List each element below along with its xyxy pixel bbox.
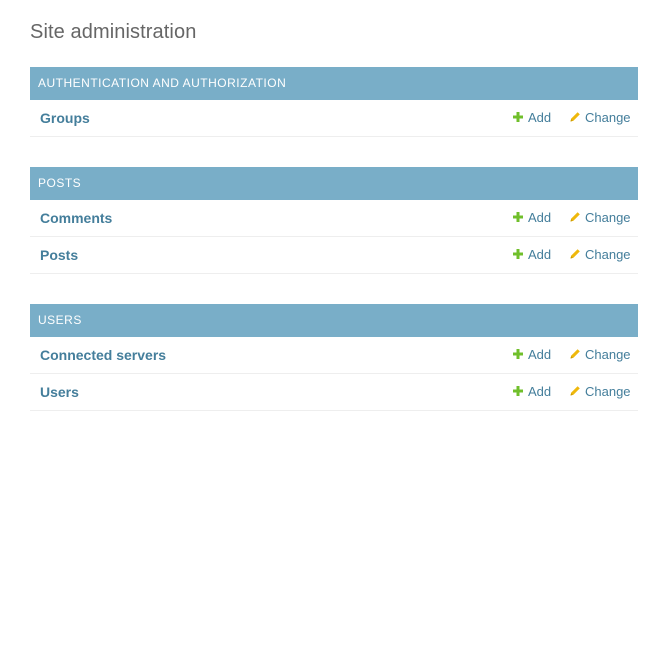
plus-icon bbox=[512, 111, 524, 123]
model-link-groups[interactable]: Groups bbox=[40, 100, 90, 136]
model-row-connected-servers: Connected servers Add Change bbox=[30, 337, 638, 374]
model-row-groups: Groups Add Change bbox=[30, 100, 638, 137]
plus-icon bbox=[512, 348, 524, 360]
plus-icon bbox=[512, 211, 524, 223]
add-groups-link[interactable]: Add bbox=[512, 100, 551, 136]
plus-icon bbox=[512, 385, 524, 397]
change-comments-link[interactable]: Change bbox=[569, 200, 631, 236]
change-label: Change bbox=[585, 247, 631, 262]
change-label: Change bbox=[585, 210, 631, 225]
model-row-users: Users Add Change bbox=[30, 374, 638, 411]
model-link-connected-servers[interactable]: Connected servers bbox=[40, 337, 166, 373]
pencil-icon bbox=[569, 348, 581, 360]
model-row-comments: Comments Add Change bbox=[30, 200, 638, 237]
add-label: Add bbox=[528, 347, 552, 362]
plus-icon bbox=[512, 248, 524, 260]
pencil-icon bbox=[569, 385, 581, 397]
add-posts-link[interactable]: Add bbox=[512, 237, 551, 273]
change-users-link[interactable]: Change bbox=[569, 374, 631, 410]
module-caption-users[interactable]: Users bbox=[30, 304, 638, 337]
change-connected-servers-link[interactable]: Change bbox=[569, 337, 631, 373]
change-label: Change bbox=[585, 110, 631, 125]
add-label: Add bbox=[528, 247, 552, 262]
pencil-icon bbox=[569, 248, 581, 260]
model-link-users[interactable]: Users bbox=[40, 374, 79, 410]
change-posts-link[interactable]: Change bbox=[569, 237, 631, 273]
add-comments-link[interactable]: Add bbox=[512, 200, 551, 236]
module-auth: Authentication and Authorization Groups … bbox=[30, 67, 638, 137]
module-caption-posts[interactable]: Posts bbox=[30, 167, 638, 200]
page-title: Site administration bbox=[30, 21, 197, 43]
module-posts: Posts Comments Add Change Posts Add bbox=[30, 167, 638, 274]
change-groups-link[interactable]: Change bbox=[569, 100, 631, 136]
change-label: Change bbox=[585, 347, 631, 362]
add-label: Add bbox=[528, 110, 552, 125]
pencil-icon bbox=[569, 211, 581, 223]
model-link-comments[interactable]: Comments bbox=[40, 200, 112, 236]
add-connected-servers-link[interactable]: Add bbox=[512, 337, 551, 373]
add-label: Add bbox=[528, 210, 552, 225]
add-label: Add bbox=[528, 384, 552, 399]
model-row-posts: Posts Add Change bbox=[30, 237, 638, 274]
add-users-link[interactable]: Add bbox=[512, 374, 551, 410]
change-label: Change bbox=[585, 384, 631, 399]
module-caption-auth[interactable]: Authentication and Authorization bbox=[30, 67, 638, 100]
model-link-posts[interactable]: Posts bbox=[40, 237, 78, 273]
module-users: Users Connected servers Add Change Users… bbox=[30, 304, 638, 411]
pencil-icon bbox=[569, 111, 581, 123]
